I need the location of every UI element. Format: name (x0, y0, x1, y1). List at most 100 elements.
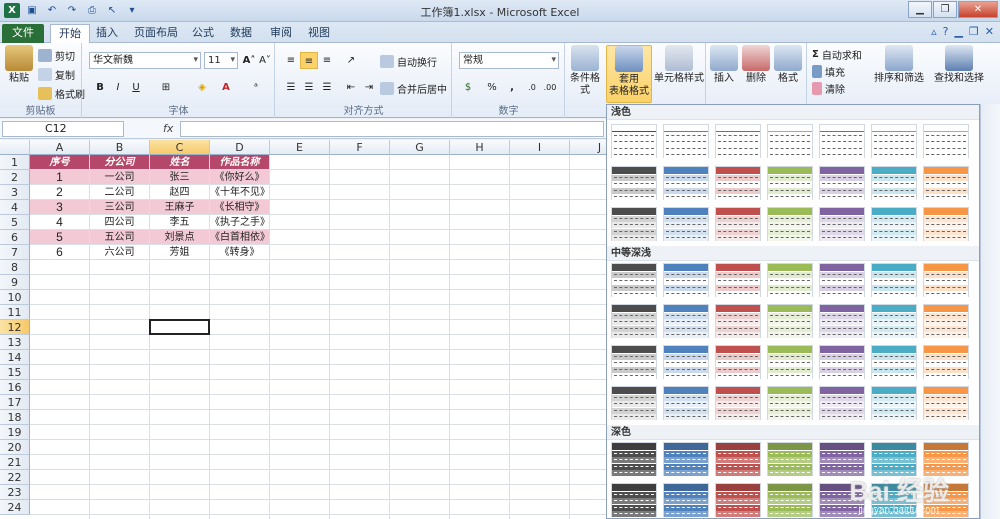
table-style-swatch[interactable] (767, 345, 813, 379)
increase-decimal-icon[interactable]: .0 (523, 79, 541, 96)
table-style-swatch[interactable] (715, 483, 761, 517)
help-icon[interactable]: ? (943, 25, 949, 38)
minimize-icon[interactable]: ▁ (908, 1, 932, 18)
table-style-swatch[interactable] (715, 304, 761, 338)
workbook-close-icon[interactable]: ✕ (985, 25, 994, 38)
table-style-swatch[interactable] (611, 442, 657, 476)
sort-filter-button[interactable]: 排序和筛选 (870, 45, 928, 85)
ribbon-minimize-icon[interactable]: ▵ (931, 25, 937, 38)
table-style-swatch[interactable] (663, 483, 709, 517)
align-bottom-icon[interactable]: ≡ (318, 52, 336, 69)
find-select-button[interactable]: 查找和选择 (930, 45, 988, 85)
fill-color-icon[interactable]: ◈ (193, 79, 211, 96)
table-cell[interactable]: 六公司 (90, 245, 149, 259)
table-style-swatch[interactable] (611, 166, 657, 200)
row-header[interactable]: 7 (0, 245, 30, 260)
table-cell[interactable]: 《执子之手》 (210, 215, 269, 229)
fill-button[interactable]: 填充 (812, 64, 845, 79)
format-as-table-button[interactable]: 套用 表格格式 (606, 45, 652, 103)
worksheet-grid[interactable]: A B C D E F G H I J 1 2 3 4 5 6 7 8 9 10 11 12 13 14 15 16 17 18 19 2… (0, 140, 606, 519)
table-style-swatch[interactable] (819, 345, 865, 379)
table-style-swatch[interactable] (611, 345, 657, 379)
table-style-swatch[interactable] (611, 207, 657, 241)
workbook-minimize-icon[interactable]: ▁ (954, 25, 962, 38)
table-cell[interactable]: 1 (30, 170, 89, 184)
underline-button[interactable]: U (127, 79, 145, 96)
column-header[interactable]: H (450, 140, 510, 155)
row-header[interactable]: 18 (0, 410, 30, 425)
tab-home[interactable]: 开始 (50, 24, 90, 44)
table-cell[interactable]: 四公司 (90, 215, 149, 229)
conditional-format-button[interactable]: 条件格式 (566, 45, 604, 97)
table-style-swatch[interactable] (767, 483, 813, 517)
table-cell[interactable]: 五公司 (90, 230, 149, 244)
table-style-swatch[interactable] (611, 124, 657, 158)
table-cell[interactable]: 6 (30, 245, 89, 259)
font-name-select[interactable]: 华文新魏 (89, 52, 201, 69)
table-style-swatch[interactable] (767, 442, 813, 476)
table-style-swatch[interactable] (819, 207, 865, 241)
align-top-icon[interactable]: ≡ (282, 52, 300, 69)
insert-function-button[interactable]: fx (163, 122, 173, 135)
row-header[interactable]: 21 (0, 455, 30, 470)
row-header[interactable]: 20 (0, 440, 30, 455)
font-size-select[interactable]: 11 (204, 52, 238, 69)
table-header-cell[interactable]: 作品名称 (210, 155, 269, 169)
merge-center-button[interactable]: 合并后居中 (380, 81, 447, 96)
table-style-swatch[interactable] (767, 386, 813, 420)
table-style-swatch[interactable] (715, 124, 761, 158)
table-style-swatch[interactable] (871, 263, 917, 297)
table-style-swatch[interactable] (611, 483, 657, 517)
table-style-swatch[interactable] (871, 124, 917, 158)
table-cell[interactable]: 芳姐 (150, 245, 209, 259)
table-style-swatch[interactable] (715, 207, 761, 241)
table-style-swatch[interactable] (663, 207, 709, 241)
column-header[interactable]: G (390, 140, 450, 155)
table-style-swatch[interactable] (663, 124, 709, 158)
table-style-swatch[interactable] (715, 166, 761, 200)
tab-insert[interactable]: 插入 (88, 24, 126, 43)
row-header[interactable]: 11 (0, 305, 30, 320)
table-style-swatch[interactable] (715, 386, 761, 420)
table-cell[interactable]: 张三 (150, 170, 209, 184)
table-header-cell[interactable]: 序号 (30, 155, 89, 169)
align-middle-icon[interactable]: ≡ (300, 52, 318, 69)
table-cell[interactable]: 3 (30, 200, 89, 214)
cell-styles-button[interactable]: 单元格样式 (654, 45, 704, 85)
table-cell[interactable]: 赵四 (150, 185, 209, 199)
bold-button[interactable]: B (91, 79, 109, 96)
row-header[interactable]: 19 (0, 425, 30, 440)
table-cell[interactable]: 三公司 (90, 200, 149, 214)
table-style-swatch[interactable] (819, 304, 865, 338)
table-cell[interactable]: 4 (30, 215, 89, 229)
format-cells-button[interactable]: 格式 (773, 45, 803, 85)
table-style-swatch[interactable] (923, 345, 969, 379)
table-style-swatch[interactable] (715, 442, 761, 476)
table-style-swatch[interactable] (819, 386, 865, 420)
align-right-icon[interactable]: ☰ (318, 79, 336, 96)
table-cell[interactable]: 2 (30, 185, 89, 199)
decrease-indent-icon[interactable]: ⇤ (342, 79, 360, 96)
table-style-swatch[interactable] (767, 263, 813, 297)
table-style-swatch[interactable] (819, 263, 865, 297)
tab-formulas[interactable]: 公式 (184, 24, 222, 43)
table-style-swatch[interactable] (923, 207, 969, 241)
delete-cells-button[interactable]: 删除 (741, 45, 771, 85)
table-cell[interactable]: 王麻子 (150, 200, 209, 214)
row-header[interactable]: 10 (0, 290, 30, 305)
table-cell[interactable]: 二公司 (90, 185, 149, 199)
row-header[interactable]: 23 (0, 485, 30, 500)
row-header[interactable]: 5 (0, 215, 30, 230)
table-style-swatch[interactable] (819, 124, 865, 158)
table-style-swatch[interactable] (819, 166, 865, 200)
column-header[interactable]: J (570, 140, 606, 155)
clear-button[interactable]: 清除 (812, 81, 845, 96)
table-style-swatch[interactable] (767, 124, 813, 158)
tab-file[interactable]: 文件 (2, 24, 44, 43)
table-header-cell[interactable]: 姓名 (150, 155, 209, 169)
insert-cells-button[interactable]: 插入 (709, 45, 739, 85)
row-header[interactable]: 6 (0, 230, 30, 245)
table-style-swatch[interactable] (767, 207, 813, 241)
table-style-swatch[interactable] (611, 263, 657, 297)
row-header[interactable]: 4 (0, 200, 30, 215)
